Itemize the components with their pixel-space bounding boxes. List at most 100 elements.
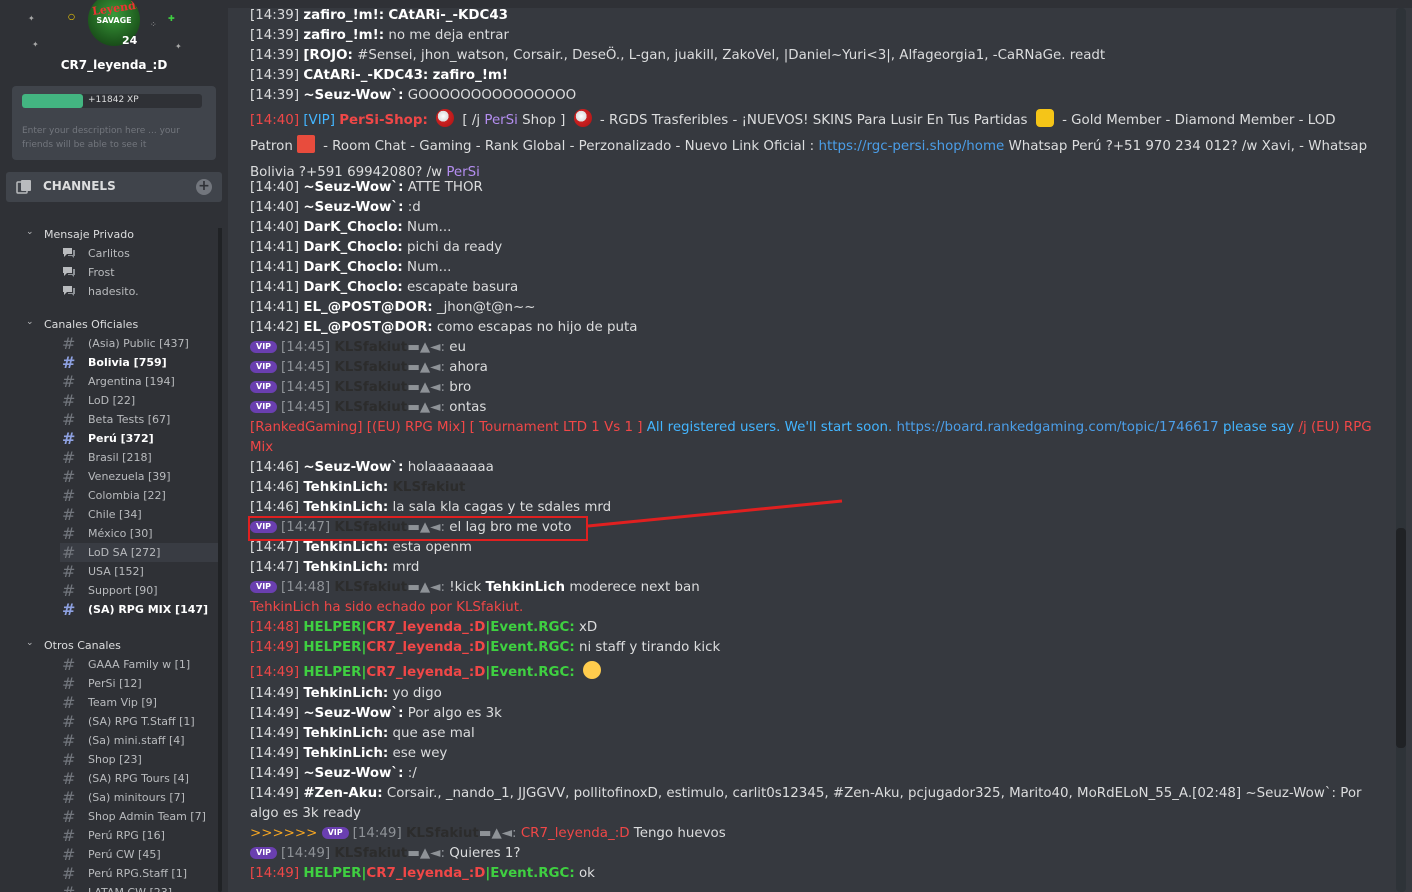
channel-item[interactable]: # Team Vip [9] [60,693,218,712]
channels-icon [16,180,31,194]
channel-item[interactable]: # (SA) RPG T.Staff [1] [60,712,218,731]
hash-icon: # [62,769,76,788]
chat-message: [14:49] TehkinLich: yo digo [250,686,442,701]
hash-icon: # [62,581,76,600]
chat-message: [14:39] zafiro_!m!: no me deja entrar [250,28,509,43]
private-message-item[interactable]: Frost [60,263,218,282]
chat-scrollbar-thumb[interactable] [1396,528,1406,748]
channel-item[interactable]: # Colombia [22] [60,486,218,505]
channel-item-label: Bolivia [759] [88,356,167,369]
chat-message-vip: VIP [14:49] KLSfakiut▬▲◄: Quieres 1? [250,844,1380,864]
gift-emoji-icon [296,135,315,153]
chat-message: [14:41] DarK_Choclo: escapate basura [250,280,519,295]
channel-item-label: GAAA Family w [1] [88,658,191,671]
channel-item[interactable]: # Argentina [194] [60,372,218,391]
vip-badge: VIP [250,361,278,373]
channel-item[interactable]: # Perú RPG.Staff [1] [60,864,218,883]
channel-item[interactable]: # (Asia) Public [437] [60,334,218,353]
hash-icon: # [62,807,76,826]
hash-icon: # [62,674,76,693]
channel-item[interactable]: # Venezuela [39] [60,467,218,486]
chat-message-vip: VIP [14:48] KLSfakiut▬▲◄: !kick TehkinLic… [250,578,1380,598]
profile-description-input[interactable]: Enter your description here ... your fri… [22,124,206,152]
channel-item[interactable]: # USA [152] [60,562,218,581]
channel-item-label: (SA) RPG MIX [147] [88,603,209,616]
channel-item[interactable]: # Perú CW [45] [60,845,218,864]
star-decoration-icon: ✚ [168,14,175,23]
persi-shop-link[interactable]: https://rgc-persi.shop/home [818,139,1004,154]
channel-item-label: (SA) RPG T.Staff [1] [88,715,195,728]
hash-icon: # [62,524,76,543]
channel-item[interactable]: # Perú RPG [16] [60,826,218,845]
channel-group-header[interactable]: ⌄ Canales Oficiales [26,317,138,331]
channel-item[interactable]: # GAAA Family w [1] [60,655,218,674]
chat-message-vip: VIP [14:45] KLSfakiut▬▲◄: ontas [250,398,1380,418]
hash-icon: # [62,562,76,581]
channel-item[interactable]: # (Sa) minitours [7] [60,788,218,807]
chat-message: [14:39] zafiro_!m!: CAtARi-_-KDC43 [250,8,508,23]
channels-title: CHANNELS [43,179,116,193]
chevron-down-icon: ⌄ [26,227,34,237]
chat-message: [14:49] #Zen-Aku: Corsair., _nando_1, JJ… [250,786,1362,821]
chat-message-rankedgaming: [RankedGaming] [(EU) RPG Mix] [ Tourname… [250,420,1372,455]
sidebar-scrollbar[interactable] [218,228,222,892]
channel-item-label: Colombia [22] [88,489,166,502]
hash-icon: # [62,883,75,892]
channel-item[interactable]: # (SA) RPG Tours [4] [60,769,218,788]
vip-badge: VIP [250,847,278,859]
channel-item[interactable]: # México [30] [60,524,218,543]
channels-header: CHANNELS + [6,172,222,202]
hash-icon: # [62,712,76,731]
rankedgaming-link[interactable]: https://board.rankedgaming.com/topic/174… [897,420,1219,435]
channel-item-label: Beta Tests [67] [88,413,171,426]
chat-message-helper: [14:49] HELPER|CR7_leyenda_:D|Event.RGC:… [250,640,721,655]
channel-item[interactable]: # Chile [34] [60,505,218,524]
channel-item[interactable]: # Beta Tests [67] [60,410,218,429]
channel-item[interactable]: # (Sa) mini.staff [4] [60,731,218,750]
chat-message-persi-shop: [14:40] [VIP] PerSi-Shop: [ /j PerSi Sho… [250,108,1380,186]
hash-icon: # [62,750,76,769]
chat-bubble-icon [63,248,75,258]
channel-item-label: Perú [372] [88,432,154,445]
vip-badge: VIP [250,581,278,593]
hash-icon: # [62,467,76,486]
chat-bubble-icon [63,286,75,296]
channel-item-label: Team Vip [9] [88,696,157,709]
channel-item[interactable]: # LATAM CW [23] [60,883,218,892]
hash-icon: # [62,429,76,448]
channel-item[interactable]: # (SA) RPG MIX [147] [60,600,218,619]
hash-icon: # [62,543,76,562]
channel-item-label: México [30] [88,527,153,540]
hash-icon: # [62,845,76,864]
chat-message: [14:39] ~Seuz-Wow`: GOOOOOOOOOOOOOOO [250,88,577,103]
channel-item[interactable]: # Shop [23] [60,750,218,769]
private-message-item[interactable]: Carlitos [60,244,218,263]
channel-item-label: (Sa) mini.staff [4] [88,734,185,747]
chat-scrollbar[interactable] [1396,8,1406,892]
channel-item[interactable]: # Brasil [218] [60,448,218,467]
level-badge: 24 [122,34,138,47]
channel-item[interactable]: # LoD [22] [60,391,218,410]
vip-badge: VIP [321,827,349,839]
channel-item[interactable]: # Bolivia [759] [60,353,218,372]
channel-item[interactable]: # PerSi [12] [60,674,218,693]
app-window: ✦ ○ ⁘ ✚ ✦ ✦ Leyenda SAVAGE 24 CR7_leyend… [0,0,1412,892]
pokeball-emoji-icon [436,109,455,127]
chat-message: [14:47] TehkinLich: esta openm [250,540,472,555]
channel-item-label: (Asia) Public [437] [88,337,189,350]
chat-message: [14:49] ~Seuz-Wow`: :/ [250,766,417,781]
add-channel-button[interactable]: + [196,179,212,195]
channel-item[interactable]: # Shop Admin Team [7] [60,807,218,826]
chat-message: [14:41] DarK_Choclo: pichi da ready [250,240,503,255]
channel-group-header[interactable]: ⌄ Mensaje Privado [26,227,134,241]
channel-group-header[interactable]: ⌄ Otros Canales [26,638,121,652]
hash-icon: # [62,505,76,524]
chat-message-helper: [14:49] HELPER|CR7_leyenda_:D|Event.RGC:… [250,866,595,881]
star-decoration-icon: ○ [68,12,75,21]
chat-message: [14:40] ~Seuz-Wow`: :d [250,200,421,215]
channel-item[interactable]: # LoD SA [272] [60,543,218,562]
avatar[interactable]: Leyenda SAVAGE 24 [86,0,142,50]
channel-item[interactable]: # Support [90] [60,581,218,600]
channel-item[interactable]: # Perú [372] [60,429,218,448]
private-message-item[interactable]: hadesito. [60,282,218,301]
